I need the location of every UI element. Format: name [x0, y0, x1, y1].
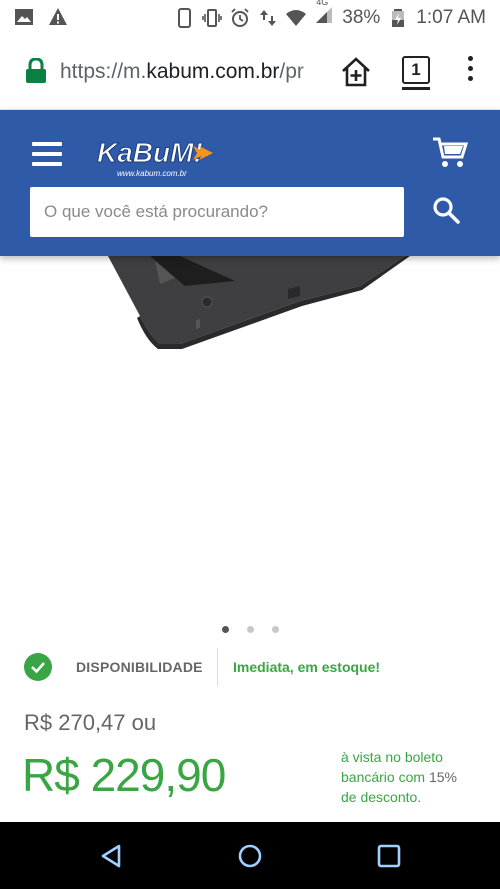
tab-switcher-button[interactable]: 1	[402, 56, 430, 90]
status-bar: 4G 38% 1:07 AM	[0, 0, 500, 36]
carousel-dot[interactable]	[246, 626, 254, 633]
price: R$ 229,90	[22, 749, 226, 801]
availability-status: Imediata, em estoque!	[233, 659, 381, 675]
back-icon[interactable]	[97, 842, 125, 870]
cart-icon[interactable]	[432, 136, 468, 168]
price-note-suffix: de desconto.	[341, 789, 422, 805]
product-image[interactable]	[0, 256, 500, 606]
search-input[interactable]	[30, 187, 404, 237]
add-to-home-icon[interactable]	[340, 56, 372, 88]
lock-icon	[26, 58, 46, 83]
phone-icon	[178, 8, 192, 28]
url-field[interactable]: https://m.kabum.com.br/pr	[60, 60, 328, 84]
home-icon[interactable]	[236, 842, 264, 870]
signal-icon	[316, 7, 333, 23]
divider	[217, 648, 218, 686]
svg-text:www.kabum.com.br: www.kabum.com.br	[117, 169, 187, 178]
old-price: R$ 270,47 ou	[24, 710, 157, 735]
url-prefix: https://m.	[60, 60, 147, 83]
navigation-bar	[0, 822, 500, 889]
warning-icon	[49, 8, 67, 25]
check-circle-icon	[24, 653, 52, 681]
battery-percent: 38%	[342, 7, 381, 28]
availability-row: DISPONIBILIDADE Imediata, em estoque!	[0, 644, 500, 690]
carousel-dot[interactable]	[221, 626, 229, 633]
search-icon[interactable]	[432, 196, 460, 224]
clock: 1:07 AM	[416, 7, 486, 28]
wifi-icon	[286, 10, 307, 26]
image-notification-icon	[15, 9, 33, 25]
site-header: KaBuM! www.kabum.com.br	[0, 110, 500, 256]
overflow-menu-button[interactable]	[463, 56, 477, 86]
discount-percent: 15%	[428, 769, 457, 785]
browser-toolbar: https://m.kabum.com.br/pr 1	[0, 36, 500, 110]
recents-icon[interactable]	[375, 842, 403, 870]
menu-icon[interactable]	[32, 142, 62, 166]
svg-text:KaBuM!: KaBuM!	[97, 137, 203, 168]
carousel-dot[interactable]	[271, 626, 279, 633]
vibrate-icon	[202, 9, 223, 27]
network-type-label: 4G	[316, 0, 329, 7]
data-transfer-icon	[260, 10, 277, 26]
price-note-text: à vista no boleto bancário com	[341, 749, 443, 785]
price-note: à vista no boleto bancário com 15% de de…	[341, 747, 481, 807]
url-fade	[298, 54, 332, 94]
availability-label: DISPONIBILIDADE	[76, 659, 203, 675]
ssd-drive-image	[108, 256, 410, 349]
carousel-indicator[interactable]	[0, 620, 500, 638]
url-domain: kabum.com.br	[146, 60, 280, 83]
kabum-logo[interactable]: KaBuM! www.kabum.com.br	[95, 132, 215, 182]
alarm-icon	[231, 8, 249, 27]
battery-icon	[392, 9, 405, 27]
